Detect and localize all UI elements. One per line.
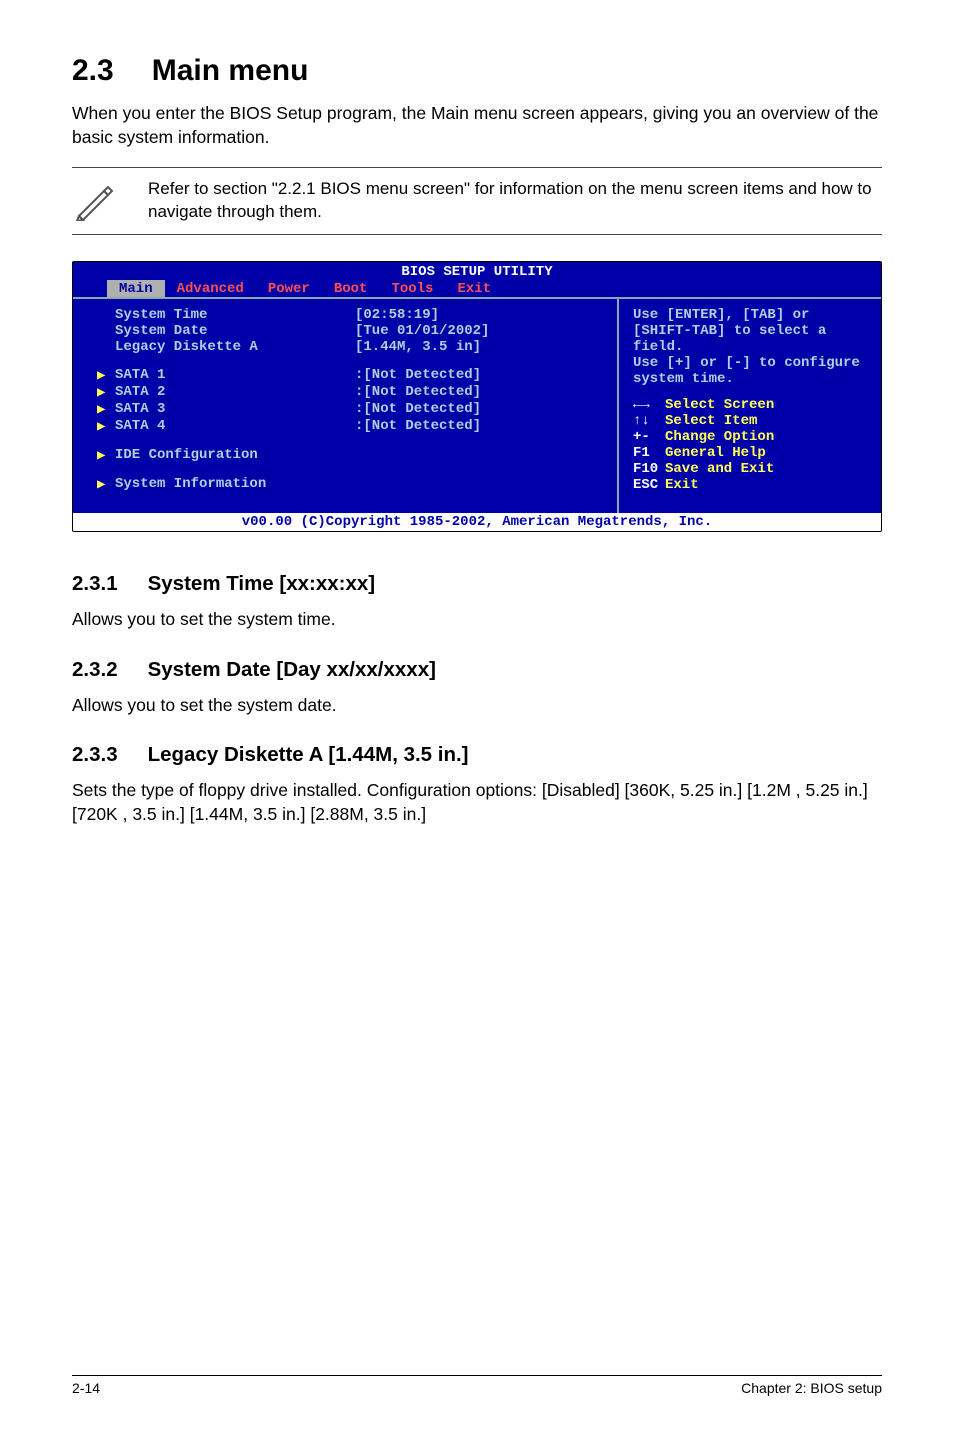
key-icon: ←→ — [633, 397, 665, 413]
subsection-number: 2.3.3 — [72, 743, 118, 767]
bios-tab-main: Main — [107, 280, 165, 297]
submenu-arrow-icon: ▶ — [97, 418, 115, 435]
subsection-title: System Date [Day xx/xx/xxxx] — [148, 658, 436, 682]
bios-field-label: Legacy Diskette A — [115, 339, 355, 355]
section-title: Main menu — [152, 54, 309, 88]
key-icon: F10 — [633, 461, 665, 477]
key-icon: F1 — [633, 445, 665, 461]
bios-field-label: SATA 4 — [115, 418, 355, 435]
submenu-arrow-icon: ▶ — [97, 447, 115, 464]
bios-field-value: :[Not Detected] — [355, 384, 481, 401]
subsection-body: Sets the type of floppy drive installed.… — [72, 779, 882, 826]
subsection-heading: 2.3.3 Legacy Diskette A [1.44M, 3.5 in.] — [72, 743, 882, 767]
subsection-heading: 2.3.2 System Date [Day xx/xx/xxxx] — [72, 658, 882, 682]
bios-title: BIOS SETUP UTILITY — [73, 262, 881, 280]
section-heading: 2.3 Main menu — [72, 54, 882, 88]
key-icon: ↑↓ — [633, 413, 665, 429]
bios-field-value: :[Not Detected] — [355, 418, 481, 435]
subsection-body: Allows you to set the system date. — [72, 694, 882, 718]
bios-field-label: SATA 2 — [115, 384, 355, 401]
bios-field-label: SATA 3 — [115, 401, 355, 418]
submenu-arrow-icon: ▶ — [97, 384, 115, 401]
bios-tab-power: Power — [256, 280, 322, 297]
bios-key-legend: ←→Select Screen ↑↓Select Item +-Change O… — [633, 397, 867, 493]
chapter-label: Chapter 2: BIOS setup — [741, 1380, 882, 1396]
page-footer: 2-14 Chapter 2: BIOS setup — [72, 1375, 882, 1396]
note-block: Refer to section "2.2.1 BIOS menu screen… — [72, 167, 882, 235]
key-icon: +- — [633, 429, 665, 445]
bios-tab-advanced: Advanced — [165, 280, 256, 297]
subsection-number: 2.3.1 — [72, 572, 118, 596]
submenu-arrow-icon: ▶ — [97, 367, 115, 384]
bios-field-value: :[Not Detected] — [355, 401, 481, 418]
subsection-heading: 2.3.1 System Time [xx:xx:xx] — [72, 572, 882, 596]
bios-submenu: System Information — [115, 476, 355, 493]
bios-submenu: IDE Configuration — [115, 447, 355, 464]
bios-tab-boot: Boot — [322, 280, 380, 297]
subsection-number: 2.3.2 — [72, 658, 118, 682]
key-icon: ESC — [633, 477, 665, 493]
page-number: 2-14 — [72, 1380, 100, 1396]
submenu-arrow-icon: ▶ — [97, 401, 115, 418]
bios-tabs: Main Advanced Power Boot Tools Exit — [73, 280, 881, 297]
bios-footer: v00.00 (C)Copyright 1985-2002, American … — [73, 513, 881, 531]
bios-field-label: System Time — [115, 307, 355, 323]
bios-field-label: SATA 1 — [115, 367, 355, 384]
section-number: 2.3 — [72, 54, 114, 88]
submenu-arrow-icon: ▶ — [97, 476, 115, 493]
subsection-title: Legacy Diskette A [1.44M, 3.5 in.] — [148, 743, 469, 767]
bios-tab-tools: Tools — [379, 280, 445, 297]
note-text: Refer to section "2.2.1 BIOS menu screen… — [148, 178, 882, 224]
pencil-note-icon — [72, 181, 120, 221]
bios-screenshot: BIOS SETUP UTILITY Main Advanced Power B… — [72, 261, 882, 532]
bios-field-label: System Date — [115, 323, 355, 339]
bios-field-value: [1.44M, 3.5 in] — [355, 339, 481, 355]
bios-field-value: :[Not Detected] — [355, 367, 481, 384]
bios-tab-exit: Exit — [445, 280, 503, 297]
bios-field-value: [02:58:19] — [355, 307, 439, 323]
subsection-title: System Time [xx:xx:xx] — [148, 572, 376, 596]
bios-field-value: [Tue 01/01/2002] — [355, 323, 489, 339]
intro-paragraph: When you enter the BIOS Setup program, t… — [72, 102, 882, 149]
bios-main-panel: System Time[02:58:19] System Date[Tue 01… — [73, 299, 619, 513]
bios-help-panel: Use [ENTER], [TAB] or [SHIFT-TAB] to sel… — [619, 299, 881, 513]
bios-help-text: Use [ENTER], [TAB] or [SHIFT-TAB] to sel… — [633, 307, 867, 387]
subsection-body: Allows you to set the system time. — [72, 608, 882, 632]
